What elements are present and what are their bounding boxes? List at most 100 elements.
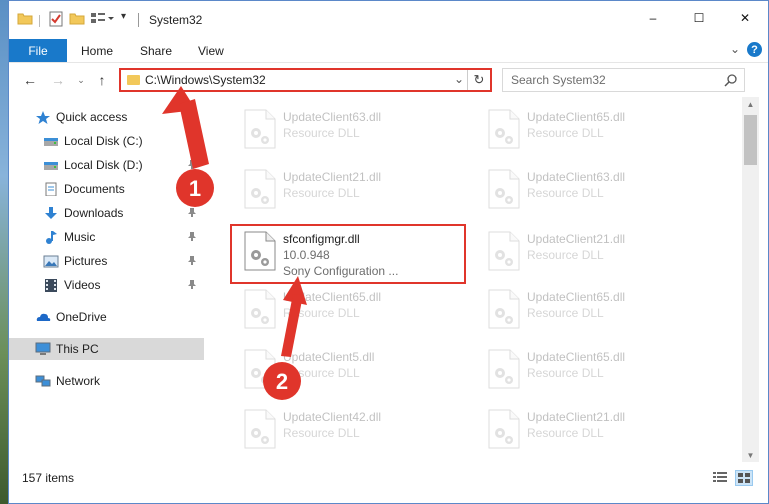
star-icon [35,110,51,124]
file-item[interactable]: UpdateClient21.dll Resource DLL [236,163,466,219]
sidebar-item-network[interactable]: Network [9,370,204,392]
downloads-icon [43,206,59,220]
file-type: Resource DLL [527,248,604,262]
file-name: UpdateClient65.dll [283,290,382,304]
view-options-icon[interactable] [90,11,114,27]
refresh-icon[interactable]: ↻ [467,70,490,90]
sidebar-item-quick-access[interactable]: Quick access [9,106,204,128]
file-type: Resource DLL [283,126,360,140]
item-count: 157 items [22,471,75,485]
tab-share[interactable]: Share [140,44,172,58]
scroll-down-icon[interactable]: ▼ [742,448,759,462]
customize-toolbar-icon[interactable]: ▾ [121,11,126,27]
file-type: Resource DLL [527,366,604,380]
sidebar-item-this-pc[interactable]: This PC [9,338,204,360]
title-bar: ▾ System32 – ☐ ✕ [9,1,768,35]
sidebar-item-pictures[interactable]: Pictures [9,250,204,272]
file-item[interactable]: UpdateClient21.dll Resource DLL [480,225,710,281]
back-arrow-icon[interactable]: ← [21,71,39,89]
details-view-icon[interactable] [712,470,730,486]
address-bar[interactable]: C:\Windows\System32 ⌄ ↻ [119,68,492,92]
sidebar-item-label: Videos [64,278,101,292]
file-item[interactable]: UpdateClient21.dll Resource DLL [480,403,710,459]
file-type: Resource DLL [527,126,604,140]
navigation-pane: Quick access Local Disk (C:) Local Disk (D… [9,97,204,462]
folder-icon [17,11,33,27]
large-icons-view-icon[interactable] [735,470,753,486]
file-item[interactable]: UpdateClient65.dll Resource DLL [480,343,710,399]
file-type: Resource DLL [283,306,360,320]
ribbon-tabs: File Home Share View ⌄ ? [9,35,768,63]
sidebar-item-local-disk-c[interactable]: Local Disk (C:) [9,130,204,152]
pictures-icon [43,254,59,268]
dll-file-icon [244,409,276,449]
sidebar-item-videos[interactable]: Videos [9,274,204,296]
tab-home[interactable]: Home [81,44,113,58]
sidebar-item-label: Quick access [56,110,128,124]
close-button[interactable]: ✕ [722,1,768,35]
navigation-bar: ← → ⌄ ↑ C:\Windows\System32 ⌄ ↻ Search S… [9,63,768,97]
sidebar-item-label: Documents [64,182,125,196]
dll-file-icon [488,409,520,449]
sidebar-item-label: Pictures [64,254,108,268]
properties-icon[interactable] [48,11,64,27]
search-input[interactable]: Search System32 [502,68,745,92]
search-placeholder: Search System32 [511,73,606,87]
scroll-up-icon[interactable]: ▲ [742,97,759,111]
file-item[interactable]: UpdateClient63.dll Resource DLL [480,163,710,219]
file-item[interactable]: UpdateClient65.dll Resource DLL [480,103,710,159]
vertical-scrollbar[interactable]: ▲ ▼ [742,97,759,462]
dll-file-icon [244,289,276,329]
sidebar-item-documents[interactable]: Documents [9,178,204,200]
documents-icon [43,182,59,197]
sidebar-item-label: OneDrive [56,310,107,324]
pin-icon [187,135,197,148]
status-bar: 157 items [9,462,768,503]
pin-icon [187,255,197,268]
title-divider [138,13,139,27]
address-path: C:\Windows\System32 [145,73,266,87]
file-item[interactable]: UpdateClient42.dll Resource DLL [236,403,466,459]
dll-file-icon [488,289,520,329]
tab-view[interactable]: View [198,44,224,58]
minimize-button[interactable]: – [630,1,676,35]
maximize-button[interactable]: ☐ [676,1,722,35]
file-item[interactable]: UpdateClient63.dll Resource DLL [236,103,466,159]
sidebar-item-music[interactable]: Music [9,226,204,248]
music-icon [43,230,59,244]
file-type: Resource DLL [527,426,604,440]
file-type: Resource DLL [283,186,360,200]
file-name: UpdateClient65.dll [527,290,626,304]
file-item[interactable]: UpdateClient5.dll Resource DLL [236,343,466,399]
dll-file-icon [488,231,520,271]
sidebar-item-local-disk-d[interactable]: Local Disk (D:) [9,154,204,176]
dll-file-icon [488,109,520,149]
new-folder-icon[interactable] [69,11,85,27]
recent-locations-icon[interactable]: ⌄ [72,71,90,89]
sidebar-item-onedrive[interactable]: OneDrive [9,306,204,328]
help-icon[interactable]: ? [747,42,762,57]
network-icon [35,374,51,388]
videos-icon [43,278,59,292]
highlighted-file-frame [230,224,466,284]
file-item[interactable]: UpdateClient65.dll Resource DLL [236,283,466,339]
file-name: UpdateClient5.dll [283,350,375,364]
forward-arrow-icon[interactable]: → [49,71,67,89]
up-arrow-icon[interactable]: ↑ [93,71,111,89]
address-dropdown-icon[interactable]: ⌄ [454,72,464,86]
file-name: UpdateClient63.dll [527,170,626,184]
tab-file[interactable]: File [9,39,67,62]
sidebar-item-label: Local Disk (D:) [64,158,143,172]
drive-icon [43,134,59,148]
computer-icon [35,342,51,356]
window-title: System32 [149,13,203,27]
pin-icon [187,159,197,172]
file-item[interactable]: UpdateClient65.dll Resource DLL [480,283,710,339]
scrollbar-thumb[interactable] [744,115,757,165]
file-type: Resource DLL [283,426,360,440]
file-name: UpdateClient63.dll [283,110,382,124]
dll-file-icon [244,349,276,389]
file-name: UpdateClient42.dll [283,410,382,424]
expand-ribbon-icon[interactable]: ⌄ [730,42,740,56]
sidebar-item-downloads[interactable]: Downloads [9,202,204,224]
